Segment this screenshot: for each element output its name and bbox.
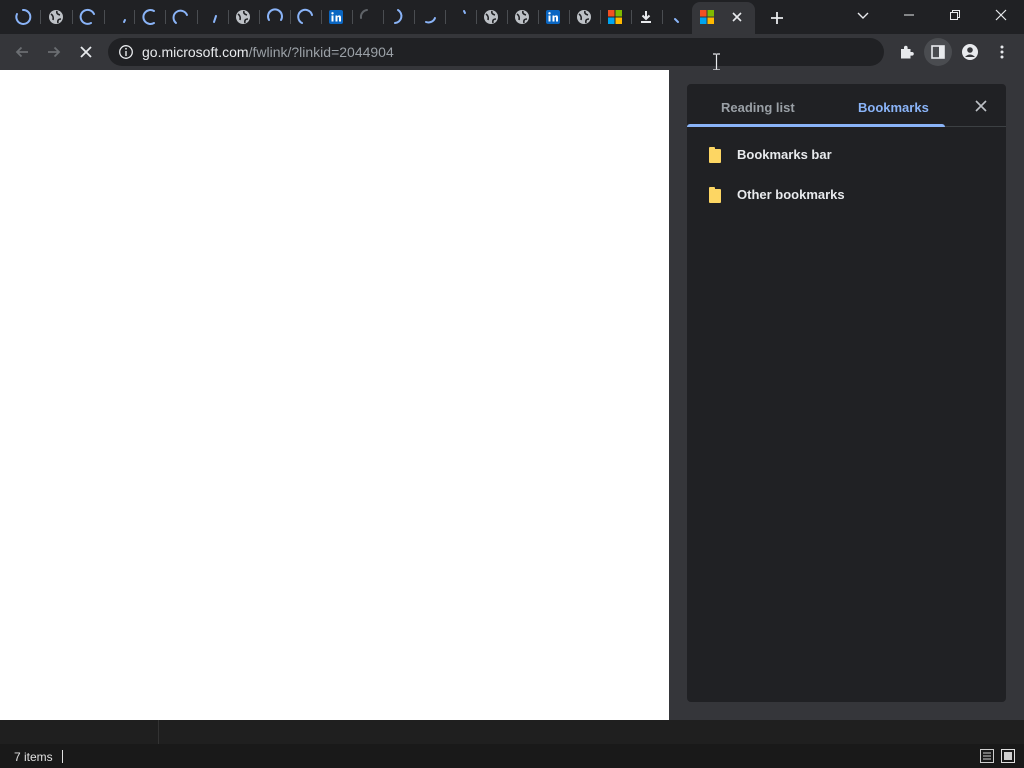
address-bar[interactable]: go.microsoft.com/fwlink/?linkid=2044904 — [108, 38, 884, 66]
side-panel: Reading list Bookmarks Bookmarks bar Oth… — [687, 84, 1006, 702]
bookmark-folder-label: Other bookmarks — [737, 187, 845, 202]
tab-loading-spinner-icon[interactable] — [135, 2, 165, 32]
close-side-panel-icon[interactable] — [974, 99, 988, 113]
folder-icon — [709, 187, 721, 203]
tab-loading-spinner-icon[interactable] — [352, 2, 382, 32]
menu-kebab-icon[interactable] — [988, 38, 1016, 66]
large-icons-view-icon[interactable] — [1001, 749, 1015, 763]
tab-loading-spinner-icon[interactable] — [446, 2, 476, 32]
tab-separator — [197, 10, 198, 24]
url-text: go.microsoft.com/fwlink/?linkid=2044904 — [142, 44, 394, 60]
tab-linkedin-icon[interactable] — [321, 2, 351, 32]
active-tab[interactable] — [692, 2, 755, 34]
url-host: go.microsoft.com — [142, 44, 249, 60]
details-view-icon[interactable] — [980, 749, 994, 763]
active-tab-indicator — [687, 124, 945, 127]
status-bar: 7 items — [0, 720, 1024, 768]
restore-button[interactable] — [932, 0, 978, 30]
tab-reading-list[interactable]: Reading list — [721, 100, 795, 116]
side-panel-toggle-icon[interactable] — [924, 38, 952, 66]
tab-loading-spinner-icon[interactable] — [73, 2, 103, 32]
tab-microsoft-icon — [699, 9, 715, 25]
forward-button[interactable] — [40, 38, 68, 66]
back-button[interactable] — [8, 38, 36, 66]
status-divider — [158, 720, 159, 744]
tab-loading-spinner-icon[interactable] — [199, 2, 229, 32]
tab-loading-spinner-icon[interactable] — [166, 2, 196, 32]
minimize-button[interactable] — [886, 0, 932, 30]
tab-close-icon[interactable] — [730, 10, 744, 24]
bookmark-folder-label: Bookmarks bar — [737, 147, 832, 162]
tab-microsoft-icon[interactable] — [600, 2, 630, 32]
site-info-icon[interactable] — [118, 44, 134, 60]
tab-globe-icon[interactable] — [228, 2, 258, 32]
tab-globe-icon[interactable] — [569, 2, 599, 32]
tab-strip — [0, 0, 1024, 34]
tab-globe-icon[interactable] — [476, 2, 506, 32]
stop-loading-button[interactable] — [72, 38, 100, 66]
tab-search-chevron-down-icon[interactable] — [840, 0, 886, 30]
tab-loading-spinner-icon[interactable] — [260, 2, 290, 32]
tab-loading-spinner-icon[interactable] — [383, 2, 413, 32]
status-bar-top — [0, 720, 1024, 744]
tab-download-icon[interactable] — [631, 2, 661, 32]
tab-globe-icon[interactable] — [41, 2, 71, 32]
tab-linkedin-icon[interactable] — [538, 2, 568, 32]
url-path: /fwlink/?linkid=2044904 — [248, 44, 394, 60]
items-count-text: 7 items — [14, 750, 53, 764]
bookmark-folder-bookmarks-bar[interactable]: Bookmarks bar — [687, 138, 1006, 172]
text-caret — [62, 750, 63, 763]
tab-loading-spinner-icon[interactable] — [8, 2, 38, 32]
close-window-button[interactable] — [978, 0, 1024, 30]
extensions-puzzle-icon[interactable] — [892, 38, 920, 66]
i-beam-cursor-icon — [712, 53, 721, 71]
tab-loading-spinner-icon[interactable] — [291, 2, 321, 32]
page-content[interactable] — [0, 70, 669, 720]
new-tab-button[interactable] — [764, 5, 790, 31]
bookmark-folder-other-bookmarks[interactable]: Other bookmarks — [687, 178, 1006, 212]
tab-globe-icon[interactable] — [507, 2, 537, 32]
tab-bookmarks[interactable]: Bookmarks — [858, 100, 929, 116]
tab-loading-spinner-icon[interactable] — [414, 2, 444, 32]
profile-avatar-icon[interactable] — [956, 38, 984, 66]
folder-icon — [709, 147, 721, 163]
tab-loading-spinner-icon[interactable] — [104, 2, 134, 32]
tab-loading-spinner-icon[interactable] — [661, 2, 691, 32]
